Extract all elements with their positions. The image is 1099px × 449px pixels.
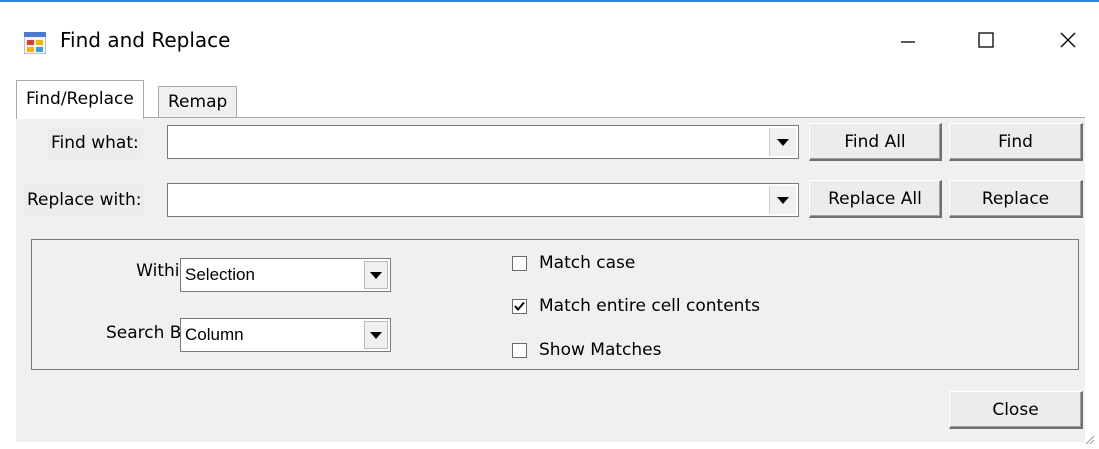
close-icon — [1060, 32, 1076, 48]
find-button[interactable]: Find — [949, 123, 1083, 161]
checkbox-box[interactable] — [512, 342, 527, 358]
chevron-down-icon — [777, 196, 789, 204]
replace-dropdown-button[interactable] — [769, 186, 796, 214]
window-title: Find and Replace — [60, 28, 231, 52]
minimize-button[interactable] — [880, 18, 936, 62]
match-case-checkbox[interactable]: Match case — [512, 250, 635, 276]
checkmark-icon — [514, 301, 525, 311]
maximize-button[interactable] — [958, 18, 1014, 62]
find-what-label: Find what: — [47, 127, 143, 159]
show-matches-label: Show Matches — [539, 340, 662, 360]
replace-with-label: Replace with: — [23, 184, 146, 216]
minimize-icon — [901, 41, 915, 43]
chevron-down-icon — [777, 138, 789, 146]
match-entire-cell-checkbox[interactable]: Match entire cell contents — [512, 293, 760, 319]
tab-strip: Find/Replace Remap — [0, 78, 1099, 119]
search-by-value: Column — [185, 325, 244, 344]
show-matches-checkbox[interactable]: Show Matches — [512, 337, 661, 363]
options-group: Within: Selection Search By: Column Matc… — [31, 239, 1079, 370]
find-dropdown-button[interactable] — [769, 128, 796, 156]
close-button[interactable]: Close — [949, 391, 1083, 429]
match-entire-cell-label: Match entire cell contents — [539, 296, 760, 316]
within-label: Within: — [136, 261, 196, 281]
replace-button[interactable]: Replace — [949, 180, 1083, 218]
chevron-down-icon — [370, 271, 382, 279]
tab-remap[interactable]: Remap — [158, 86, 238, 117]
replace-all-button[interactable]: Replace All — [809, 180, 942, 218]
within-value: Selection — [185, 265, 255, 284]
checkbox-box[interactable] — [512, 298, 527, 314]
replace-with-combobox[interactable] — [167, 183, 799, 217]
match-case-label: Match case — [539, 253, 636, 273]
form-app-icon — [24, 32, 46, 54]
find-all-button[interactable]: Find All — [809, 123, 942, 161]
within-select[interactable]: Selection — [180, 258, 391, 292]
find-what-combobox[interactable] — [167, 125, 799, 159]
maximize-icon — [978, 32, 994, 48]
search-by-dropdown-button[interactable] — [364, 321, 388, 349]
search-by-select[interactable]: Column — [180, 318, 391, 352]
resize-grip-icon[interactable] — [1083, 433, 1095, 445]
tab-find-replace[interactable]: Find/Replace — [16, 80, 144, 119]
close-window-button[interactable] — [1040, 18, 1096, 62]
title-bar[interactable]: Find and Replace — [0, 2, 1099, 78]
within-dropdown-button[interactable] — [364, 261, 388, 289]
search-by-label: Search By: — [105, 323, 196, 343]
checkbox-box[interactable] — [512, 255, 527, 271]
chevron-down-icon — [370, 331, 382, 339]
